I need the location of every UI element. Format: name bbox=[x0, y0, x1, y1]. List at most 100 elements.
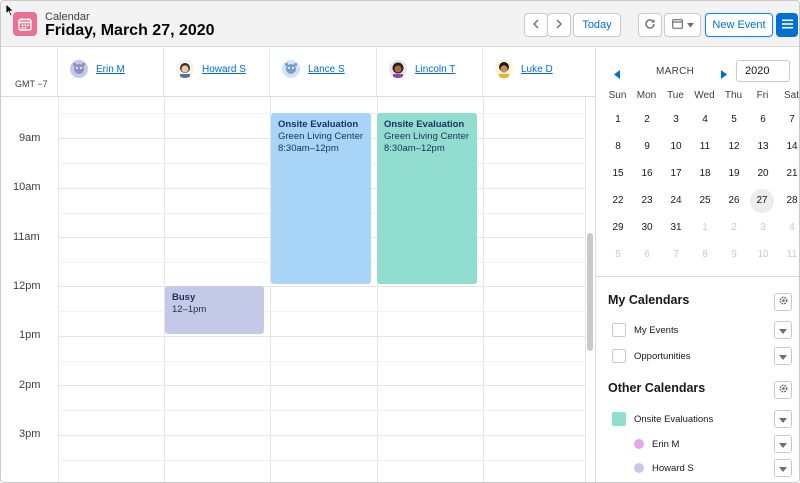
calendar-event[interactable]: Onsite Evaluation Green Living Center 8:… bbox=[377, 113, 477, 284]
other-calendars-heading: Other Calendars bbox=[608, 381, 706, 395]
refresh-button[interactable] bbox=[638, 13, 662, 37]
calendar-event[interactable]: Busy 12–1pm bbox=[165, 286, 264, 334]
time-label: 11am bbox=[13, 231, 40, 243]
calendar-day[interactable]: 31 bbox=[664, 216, 688, 240]
calendar-day[interactable]: 24 bbox=[664, 189, 688, 213]
dow-label: Fri bbox=[756, 90, 769, 101]
caret-down-icon bbox=[779, 459, 787, 477]
calendar-item-onsite-evaluations[interactable]: Onsite Evaluations bbox=[612, 409, 796, 429]
calendar-item-erin[interactable]: Erin M bbox=[612, 434, 796, 454]
column-header-howard: Howard S bbox=[164, 48, 270, 97]
person-link[interactable]: Howard S bbox=[202, 64, 246, 75]
calendar-day[interactable]: 22 bbox=[606, 189, 630, 213]
new-event-button[interactable]: New Event bbox=[705, 13, 773, 37]
calendar-day-today[interactable]: 27 bbox=[750, 189, 774, 213]
calendar-day[interactable]: 13 bbox=[751, 135, 775, 159]
timezone-header: GMT −7 bbox=[1, 48, 58, 97]
event-title: Busy bbox=[172, 292, 196, 303]
calendar-day[interactable]: 7 bbox=[780, 108, 799, 132]
calendar-day[interactable]: 26 bbox=[722, 189, 746, 213]
calendar-day[interactable]: 8 bbox=[606, 135, 630, 159]
calendar-day[interactable]: 23 bbox=[635, 189, 659, 213]
item-menu-button[interactable] bbox=[774, 435, 792, 453]
calendar-day[interactable]: 4 bbox=[693, 108, 717, 132]
prev-month-button[interactable] bbox=[614, 66, 621, 84]
person-link[interactable]: Erin M bbox=[96, 64, 125, 75]
hour-line bbox=[58, 385, 585, 386]
calendar-day[interactable]: 19 bbox=[722, 162, 746, 186]
calendar-day[interactable]: 29 bbox=[606, 216, 630, 240]
calendar-day[interactable]: 10 bbox=[664, 135, 688, 159]
calendar-day[interactable]: 6 bbox=[751, 108, 775, 132]
person-link[interactable]: Luke D bbox=[521, 64, 553, 75]
calendar-day[interactable]: 6 bbox=[635, 243, 659, 267]
calendar-day[interactable]: 1 bbox=[693, 216, 717, 240]
person-link[interactable]: Lincoln T bbox=[415, 64, 455, 75]
calendar-day[interactable]: 16 bbox=[635, 162, 659, 186]
vertical-scrollbar[interactable] bbox=[587, 233, 593, 351]
next-month-button[interactable] bbox=[721, 66, 728, 84]
view-switcher-button[interactable] bbox=[664, 13, 701, 37]
calendar-day[interactable]: 3 bbox=[751, 216, 775, 240]
calendar-day[interactable]: 17 bbox=[664, 162, 688, 186]
calendar-day[interactable]: 25 bbox=[693, 189, 717, 213]
item-menu-button[interactable] bbox=[774, 410, 792, 428]
avatar bbox=[70, 60, 88, 78]
calendar-day[interactable]: 14 bbox=[780, 135, 799, 159]
page-header: Calendar Friday, March 27, 2020 Today Ne… bbox=[1, 1, 799, 47]
calendar-day[interactable]: 8 bbox=[693, 243, 717, 267]
caret-down-icon bbox=[779, 435, 787, 453]
header-gutter bbox=[585, 48, 595, 97]
time-label: 1pm bbox=[19, 329, 41, 341]
dow-label: Tue bbox=[667, 90, 684, 101]
calendar-item-howard[interactable]: Howard S bbox=[612, 458, 796, 478]
other-calendars-settings-button[interactable] bbox=[774, 381, 792, 399]
calendar-day[interactable]: 5 bbox=[722, 108, 746, 132]
calendar-day[interactable]: 9 bbox=[635, 135, 659, 159]
calendar-day[interactable]: 11 bbox=[693, 135, 717, 159]
calendar-day[interactable]: 12 bbox=[722, 135, 746, 159]
calendar-day[interactable]: 9 bbox=[722, 243, 746, 267]
today-button[interactable]: Today bbox=[573, 13, 621, 37]
refresh-icon bbox=[644, 18, 656, 33]
calendar-day[interactable]: 10 bbox=[751, 243, 775, 267]
year-select[interactable]: 2020 bbox=[736, 60, 790, 82]
calendar-day[interactable]: 20 bbox=[751, 162, 775, 186]
half-hour-line bbox=[58, 410, 585, 411]
calendar-day[interactable]: 11 bbox=[780, 243, 799, 267]
calendar-day[interactable]: 15 bbox=[606, 162, 630, 186]
item-menu-button[interactable] bbox=[774, 321, 792, 339]
calendar-day[interactable]: 28 bbox=[780, 189, 799, 213]
gear-icon bbox=[778, 293, 789, 311]
calendar-item-my-events[interactable]: My Events bbox=[612, 320, 796, 340]
calendar-day[interactable]: 4 bbox=[780, 216, 799, 240]
calendar-day[interactable]: 2 bbox=[635, 108, 659, 132]
my-calendars-settings-button[interactable] bbox=[774, 293, 792, 311]
previous-button[interactable] bbox=[524, 13, 548, 37]
divider bbox=[596, 276, 799, 277]
calendar-day[interactable]: 7 bbox=[664, 243, 688, 267]
calendar-day[interactable]: 1 bbox=[606, 108, 630, 132]
item-menu-button[interactable] bbox=[774, 459, 792, 477]
time-label: 12pm bbox=[13, 280, 41, 292]
calendar-day[interactable]: 21 bbox=[780, 162, 799, 186]
menu-button[interactable] bbox=[776, 13, 798, 37]
next-button[interactable] bbox=[547, 13, 571, 37]
calendar-item-label: Erin M bbox=[652, 438, 680, 450]
list-menu-icon bbox=[781, 19, 793, 32]
item-menu-button[interactable] bbox=[774, 347, 792, 365]
checkbox[interactable] bbox=[612, 349, 626, 363]
calendar-day[interactable]: 30 bbox=[635, 216, 659, 240]
caret-down-icon bbox=[779, 321, 787, 339]
time-label: 2pm bbox=[19, 379, 41, 391]
calendar-day[interactable]: 2 bbox=[722, 216, 746, 240]
calendar-day[interactable]: 18 bbox=[693, 162, 717, 186]
calendar-day[interactable]: 5 bbox=[606, 243, 630, 267]
calendar-event[interactable]: Onsite Evaluation Green Living Center 8:… bbox=[271, 113, 371, 284]
calendar-day[interactable]: 3 bbox=[664, 108, 688, 132]
person-link[interactable]: Lance S bbox=[308, 64, 345, 75]
checkbox[interactable] bbox=[612, 323, 626, 337]
dow-label: Wed bbox=[694, 90, 715, 101]
timezone-label: GMT −7 bbox=[15, 79, 48, 89]
calendar-item-opportunities[interactable]: Opportunities bbox=[612, 346, 796, 366]
